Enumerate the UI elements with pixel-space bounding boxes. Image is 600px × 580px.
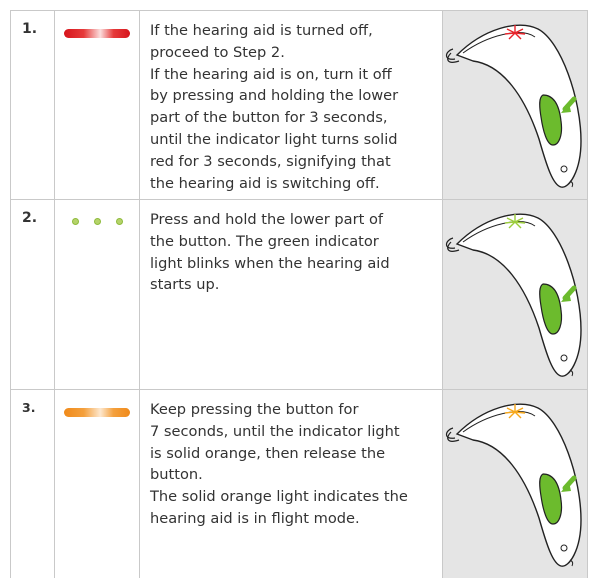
- step-1-number: 1.: [22, 21, 38, 37]
- step-1-indicator-cell: [55, 10, 140, 200]
- orange-light-indicator-icon: [64, 408, 130, 417]
- hearing-aid-red-light-icon: [445, 24, 582, 188]
- step-1-illustration: [443, 10, 588, 200]
- hearing-aid-orange-light-icon: [445, 403, 582, 567]
- step-2-number: 2.: [22, 210, 38, 226]
- step-1-text-cell: If the hearing aid is turned off, procee…: [140, 10, 443, 200]
- red-light-indicator-icon: [64, 29, 130, 38]
- step-3-indicator-cell: [55, 390, 140, 578]
- hearing-aid-green-light-icon: [445, 213, 582, 377]
- green-dot-icon: [115, 218, 123, 225]
- step-1-number-cell: 1.: [10, 10, 55, 200]
- step-3-text: Keep pressing the button for 7 seconds, …: [150, 401, 408, 527]
- green-dot-icon: [93, 218, 101, 225]
- step-2-text-cell: Press and hold the lower part of the but…: [140, 200, 443, 390]
- step-2-text: Press and hold the lower part of the but…: [150, 211, 390, 294]
- step-3-number: 3.: [22, 400, 36, 415]
- step-2-indicator-cell: [55, 200, 140, 390]
- step-3-illustration: [443, 390, 588, 578]
- green-blinking-light-indicator-icon: [55, 200, 139, 225]
- step-3-number-cell: 3.: [10, 390, 55, 578]
- step-2-illustration: [443, 200, 588, 390]
- step-3-text-cell: Keep pressing the button for 7 seconds, …: [140, 390, 443, 578]
- step-2-number-cell: 2.: [10, 200, 55, 390]
- steps-table: 1. If the hearing aid is turned off, pro…: [10, 10, 588, 578]
- green-dot-icon: [71, 218, 79, 225]
- step-1-text: If the hearing aid is turned off, procee…: [150, 22, 399, 192]
